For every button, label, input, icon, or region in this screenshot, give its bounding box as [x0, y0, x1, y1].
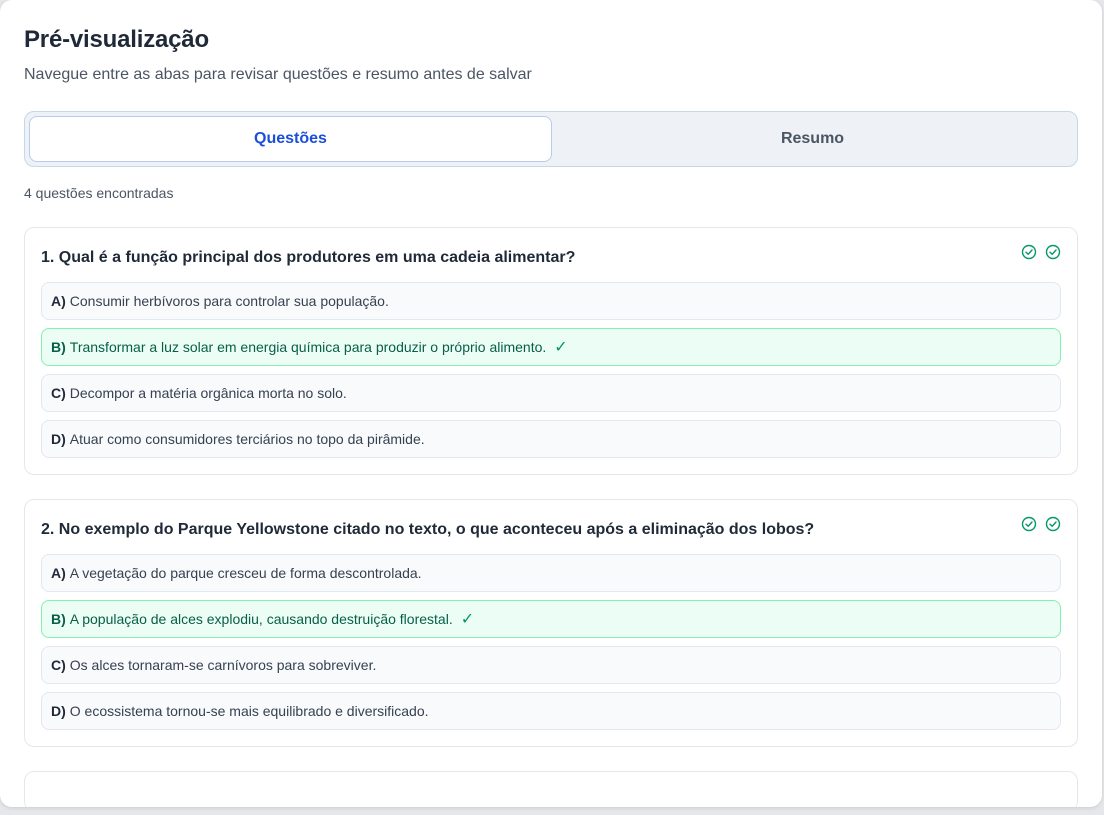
answer-option: A) Consumir herbívoros para controlar su… [41, 282, 1061, 320]
question-text: 1. Qual é a função principal dos produto… [41, 249, 576, 266]
tab-resumo[interactable]: Resumo [552, 116, 1073, 162]
correct-check-icon: ✓ [554, 339, 568, 356]
option-letter: D) [51, 703, 66, 719]
question-actions [1021, 244, 1061, 260]
option-letter: A) [51, 565, 66, 581]
check-circle-icon[interactable] [1021, 244, 1037, 260]
answer-option: D) O ecossistema tornou-se mais equilibr… [41, 692, 1061, 730]
check-circle-icon[interactable] [1021, 516, 1037, 532]
question-list: 1. Qual é a função principal dos produto… [24, 227, 1078, 807]
page-title: Pré-visualização [24, 26, 209, 53]
option-text: Transformar a luz solar em energia quími… [69, 339, 547, 355]
answer-option-correct: B) Transformar a luz solar em energia qu… [41, 328, 1061, 366]
option-letter: C) [51, 657, 66, 673]
check-circle-icon[interactable] [1045, 516, 1061, 532]
option-letter: A) [51, 293, 66, 309]
tab-bar: Questões Resumo [24, 111, 1078, 167]
question-card: 1. Qual é a função principal dos produto… [24, 227, 1078, 475]
option-letter: D) [51, 431, 66, 447]
question-actions [1021, 516, 1061, 532]
option-text: Atuar como consumidores terciários no to… [69, 431, 425, 447]
page-subtitle: Navegue entre as abas para revisar quest… [24, 66, 532, 83]
option-letter: B) [51, 611, 66, 627]
question-text: 2. No exemplo do Parque Yellowstone cita… [41, 521, 815, 538]
answer-option: C) Decompor a matéria orgânica morta no … [41, 374, 1061, 412]
question-count: 4 questões encontradas [24, 185, 174, 201]
option-text: Decompor a matéria orgânica morta no sol… [69, 385, 347, 401]
preview-panel: Pré-visualização Navegue entre as abas p… [0, 0, 1102, 807]
option-letter: B) [51, 339, 66, 355]
correct-check-icon: ✓ [460, 611, 475, 628]
option-text: Os alces tornaram-se carnívoros para sob… [69, 657, 377, 673]
tab-questoes[interactable]: Questões [29, 116, 552, 162]
option-letter: C) [51, 385, 66, 401]
answer-option: C) Os alces tornaram-se carnívoros para … [41, 646, 1061, 684]
answer-option-correct: B) A população de alces explodiu, causan… [41, 600, 1061, 638]
question-card: 2. No exemplo do Parque Yellowstone cita… [24, 499, 1078, 747]
question-card [24, 771, 1078, 807]
option-text: Consumir herbívoros para controlar sua p… [69, 293, 389, 309]
check-circle-icon[interactable] [1045, 244, 1061, 260]
answer-option: D) Atuar como consumidores terciários no… [41, 420, 1061, 458]
option-text: A vegetação do parque cresceu de forma d… [69, 565, 422, 581]
option-text: O ecossistema tornou-se mais equilibrado… [69, 703, 429, 719]
answer-option: A) A vegetação do parque cresceu de form… [41, 554, 1061, 592]
option-text: A população de alces explodiu, causando … [69, 611, 453, 627]
